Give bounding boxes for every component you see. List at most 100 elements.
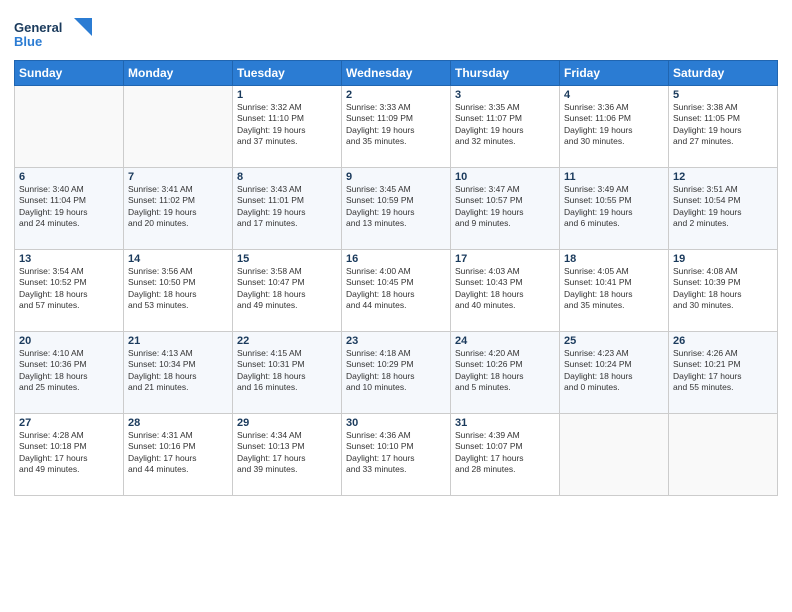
calendar-cell: 14Sunrise: 3:56 AMSunset: 10:50 PMDaylig…: [124, 250, 233, 332]
calendar-cell: 7Sunrise: 3:41 AMSunset: 11:02 PMDayligh…: [124, 168, 233, 250]
header-wednesday: Wednesday: [342, 61, 451, 86]
week-row-2: 6Sunrise: 3:40 AMSunset: 11:04 PMDayligh…: [15, 168, 778, 250]
day-info: Sunrise: 3:41 AMSunset: 11:02 PMDaylight…: [128, 184, 228, 230]
calendar-cell: [124, 86, 233, 168]
calendar-cell: 24Sunrise: 4:20 AMSunset: 10:26 PMDaylig…: [451, 332, 560, 414]
day-number: 27: [19, 417, 119, 429]
day-info: Sunrise: 4:31 AMSunset: 10:16 PMDaylight…: [128, 430, 228, 476]
day-number: 1: [237, 89, 337, 101]
day-number: 13: [19, 253, 119, 265]
calendar-cell: 17Sunrise: 4:03 AMSunset: 10:43 PMDaylig…: [451, 250, 560, 332]
day-info: Sunrise: 4:26 AMSunset: 10:21 PMDaylight…: [673, 348, 773, 394]
header-thursday: Thursday: [451, 61, 560, 86]
calendar-cell: 6Sunrise: 3:40 AMSunset: 11:04 PMDayligh…: [15, 168, 124, 250]
week-row-5: 27Sunrise: 4:28 AMSunset: 10:18 PMDaylig…: [15, 414, 778, 496]
day-number: 14: [128, 253, 228, 265]
calendar-cell: 30Sunrise: 4:36 AMSunset: 10:10 PMDaylig…: [342, 414, 451, 496]
day-number: 5: [673, 89, 773, 101]
day-info: Sunrise: 3:33 AMSunset: 11:09 PMDaylight…: [346, 102, 446, 148]
calendar-cell: [15, 86, 124, 168]
day-info: Sunrise: 4:05 AMSunset: 10:41 PMDaylight…: [564, 266, 664, 312]
day-number: 17: [455, 253, 555, 265]
calendar-cell: 3Sunrise: 3:35 AMSunset: 11:07 PMDayligh…: [451, 86, 560, 168]
day-info: Sunrise: 4:36 AMSunset: 10:10 PMDaylight…: [346, 430, 446, 476]
calendar-cell: 15Sunrise: 3:58 AMSunset: 10:47 PMDaylig…: [233, 250, 342, 332]
day-info: Sunrise: 4:39 AMSunset: 10:07 PMDaylight…: [455, 430, 555, 476]
day-info: Sunrise: 3:47 AMSunset: 10:57 PMDaylight…: [455, 184, 555, 230]
header-friday: Friday: [560, 61, 669, 86]
day-info: Sunrise: 4:03 AMSunset: 10:43 PMDaylight…: [455, 266, 555, 312]
day-info: Sunrise: 4:23 AMSunset: 10:24 PMDaylight…: [564, 348, 664, 394]
day-number: 16: [346, 253, 446, 265]
week-row-4: 20Sunrise: 4:10 AMSunset: 10:36 PMDaylig…: [15, 332, 778, 414]
day-number: 24: [455, 335, 555, 347]
day-info: Sunrise: 3:40 AMSunset: 11:04 PMDaylight…: [19, 184, 119, 230]
calendar-cell: 20Sunrise: 4:10 AMSunset: 10:36 PMDaylig…: [15, 332, 124, 414]
calendar-cell: 5Sunrise: 3:38 AMSunset: 11:05 PMDayligh…: [669, 86, 778, 168]
header-monday: Monday: [124, 61, 233, 86]
day-number: 22: [237, 335, 337, 347]
day-number: 28: [128, 417, 228, 429]
calendar-cell: 16Sunrise: 4:00 AMSunset: 10:45 PMDaylig…: [342, 250, 451, 332]
weekday-header-row: SundayMondayTuesdayWednesdayThursdayFrid…: [15, 61, 778, 86]
calendar-cell: 31Sunrise: 4:39 AMSunset: 10:07 PMDaylig…: [451, 414, 560, 496]
day-info: Sunrise: 4:15 AMSunset: 10:31 PMDaylight…: [237, 348, 337, 394]
calendar-cell: 9Sunrise: 3:45 AMSunset: 10:59 PMDayligh…: [342, 168, 451, 250]
day-info: Sunrise: 4:00 AMSunset: 10:45 PMDaylight…: [346, 266, 446, 312]
calendar-table: SundayMondayTuesdayWednesdayThursdayFrid…: [14, 60, 778, 496]
day-number: 12: [673, 171, 773, 183]
day-number: 19: [673, 253, 773, 265]
calendar-cell: 29Sunrise: 4:34 AMSunset: 10:13 PMDaylig…: [233, 414, 342, 496]
calendar-cell: 8Sunrise: 3:43 AMSunset: 11:01 PMDayligh…: [233, 168, 342, 250]
day-info: Sunrise: 4:10 AMSunset: 10:36 PMDaylight…: [19, 348, 119, 394]
calendar-cell: 10Sunrise: 3:47 AMSunset: 10:57 PMDaylig…: [451, 168, 560, 250]
calendar-cell: 25Sunrise: 4:23 AMSunset: 10:24 PMDaylig…: [560, 332, 669, 414]
calendar-cell: 27Sunrise: 4:28 AMSunset: 10:18 PMDaylig…: [15, 414, 124, 496]
header-sunday: Sunday: [15, 61, 124, 86]
day-info: Sunrise: 3:56 AMSunset: 10:50 PMDaylight…: [128, 266, 228, 312]
calendar-cell: 2Sunrise: 3:33 AMSunset: 11:09 PMDayligh…: [342, 86, 451, 168]
week-row-3: 13Sunrise: 3:54 AMSunset: 10:52 PMDaylig…: [15, 250, 778, 332]
day-info: Sunrise: 3:51 AMSunset: 10:54 PMDaylight…: [673, 184, 773, 230]
calendar-cell: 21Sunrise: 4:13 AMSunset: 10:34 PMDaylig…: [124, 332, 233, 414]
day-info: Sunrise: 3:49 AMSunset: 10:55 PMDaylight…: [564, 184, 664, 230]
day-info: Sunrise: 3:45 AMSunset: 10:59 PMDaylight…: [346, 184, 446, 230]
svg-text:Blue: Blue: [14, 34, 42, 49]
day-info: Sunrise: 3:58 AMSunset: 10:47 PMDaylight…: [237, 266, 337, 312]
day-number: 3: [455, 89, 555, 101]
calendar-cell: 23Sunrise: 4:18 AMSunset: 10:29 PMDaylig…: [342, 332, 451, 414]
day-info: Sunrise: 3:54 AMSunset: 10:52 PMDaylight…: [19, 266, 119, 312]
calendar-cell: [669, 414, 778, 496]
day-info: Sunrise: 3:43 AMSunset: 11:01 PMDaylight…: [237, 184, 337, 230]
calendar-cell: 11Sunrise: 3:49 AMSunset: 10:55 PMDaylig…: [560, 168, 669, 250]
day-info: Sunrise: 3:32 AMSunset: 11:10 PMDaylight…: [237, 102, 337, 148]
calendar-cell: 18Sunrise: 4:05 AMSunset: 10:41 PMDaylig…: [560, 250, 669, 332]
header-saturday: Saturday: [669, 61, 778, 86]
day-info: Sunrise: 3:35 AMSunset: 11:07 PMDaylight…: [455, 102, 555, 148]
day-info: Sunrise: 3:38 AMSunset: 11:05 PMDaylight…: [673, 102, 773, 148]
header: General Blue: [14, 10, 778, 54]
day-number: 10: [455, 171, 555, 183]
week-row-1: 1Sunrise: 3:32 AMSunset: 11:10 PMDayligh…: [15, 86, 778, 168]
day-number: 9: [346, 171, 446, 183]
calendar-cell: 4Sunrise: 3:36 AMSunset: 11:06 PMDayligh…: [560, 86, 669, 168]
logo: General Blue: [14, 14, 104, 54]
calendar-cell: 1Sunrise: 3:32 AMSunset: 11:10 PMDayligh…: [233, 86, 342, 168]
calendar-cell: 26Sunrise: 4:26 AMSunset: 10:21 PMDaylig…: [669, 332, 778, 414]
day-number: 31: [455, 417, 555, 429]
day-number: 26: [673, 335, 773, 347]
day-number: 21: [128, 335, 228, 347]
day-info: Sunrise: 4:18 AMSunset: 10:29 PMDaylight…: [346, 348, 446, 394]
day-number: 7: [128, 171, 228, 183]
day-number: 6: [19, 171, 119, 183]
day-number: 4: [564, 89, 664, 101]
day-number: 30: [346, 417, 446, 429]
calendar-cell: 12Sunrise: 3:51 AMSunset: 10:54 PMDaylig…: [669, 168, 778, 250]
svg-text:General: General: [14, 20, 62, 35]
day-info: Sunrise: 4:34 AMSunset: 10:13 PMDaylight…: [237, 430, 337, 476]
day-number: 29: [237, 417, 337, 429]
day-number: 2: [346, 89, 446, 101]
day-info: Sunrise: 3:36 AMSunset: 11:06 PMDaylight…: [564, 102, 664, 148]
day-info: Sunrise: 4:08 AMSunset: 10:39 PMDaylight…: [673, 266, 773, 312]
day-info: Sunrise: 4:28 AMSunset: 10:18 PMDaylight…: [19, 430, 119, 476]
